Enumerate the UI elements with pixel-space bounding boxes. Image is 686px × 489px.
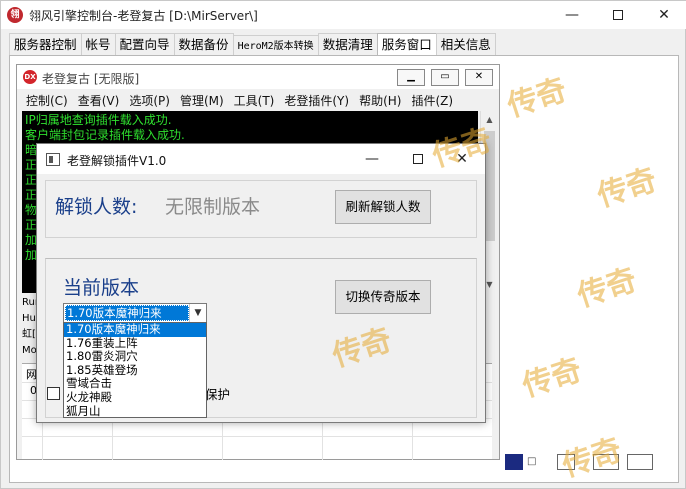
dialog-maximize-button[interactable]	[395, 144, 441, 174]
menu-control[interactable]: 控制(C)	[21, 91, 73, 111]
tab-data-backup[interactable]: 数据备份	[173, 33, 234, 55]
child-titlebar: DX 老登复古 [无限版] ▁ ▭ ✕	[17, 65, 499, 89]
dialog-title: 老登解锁插件V1.0	[67, 154, 167, 168]
tab-config-wizard[interactable]: 配置向导	[114, 33, 175, 55]
app-logo-icon: 翎	[7, 7, 23, 23]
restore-icon[interactable]	[557, 454, 575, 470]
version-option[interactable]: 1.85英雄登场	[64, 364, 206, 378]
protect-checkbox-label: 保护	[205, 387, 231, 402]
log-line: IP归属地查询插件载入成功.	[25, 113, 172, 127]
menu-manage[interactable]: 管理(M)	[175, 91, 229, 111]
tab-service-window[interactable]: 服务窗口	[376, 33, 437, 57]
version-option[interactable]: 狐月山	[64, 405, 206, 419]
log-line: 客户端封包记录插件载入成功.	[25, 128, 185, 142]
version-dropdown-list: 1.70版本魔神归来 1.76重装上阵 1.80雷炎洞穴 1.85英雄登场 雪域…	[63, 322, 207, 418]
tab-server-control[interactable]: 服务器控制	[9, 33, 82, 55]
current-version-label: 当前版本	[63, 277, 140, 299]
tab-herom2-convert[interactable]: HeroM2版本转换	[232, 35, 319, 57]
version-select-value: 1.70版本魔神归来	[65, 305, 189, 321]
dialog-titlebar: 老登解锁插件V1.0 — ✕	[37, 144, 485, 174]
child-window-title: 老登复古 [无限版]	[42, 72, 140, 86]
version-option[interactable]: 雪域合击	[64, 377, 206, 391]
window-icon	[46, 153, 60, 166]
unlock-plugin-dialog: 老登解锁插件V1.0 — ✕ 解锁人数: 无限制版本 刷新解锁人数 当前版本 切…	[36, 143, 486, 423]
tab-related-info[interactable]: 相关信息	[435, 33, 496, 55]
child-close-button[interactable]: ✕	[465, 69, 493, 86]
child-restore-button[interactable]: ▭	[431, 69, 459, 86]
main-titlebar: 翎 翎风引擎控制台-老登复古 [D:\MirServer\] — ✕	[1, 1, 686, 29]
tab-data-cleanup[interactable]: 数据清理	[317, 33, 378, 55]
menu-options[interactable]: 选项(P)	[124, 91, 175, 111]
maximize-small-icon[interactable]	[593, 454, 619, 470]
scroll-up-icon[interactable]: ▲	[481, 111, 498, 128]
grid-row	[22, 436, 492, 437]
mdi-minimized-bar: □	[503, 452, 681, 474]
dx-logo-icon: DX	[23, 70, 37, 84]
child-minimize-button[interactable]: ▁	[397, 69, 425, 86]
menu-plugins[interactable]: 插件(Z)	[406, 91, 458, 111]
dialog-close-button[interactable]: ✕	[439, 144, 485, 174]
menu-tools[interactable]: 工具(T)	[229, 91, 280, 111]
version-option[interactable]: 1.70版本魔神归来	[64, 323, 206, 337]
dialog-minimize-button[interactable]: —	[349, 144, 395, 174]
maximize-button[interactable]	[595, 1, 641, 29]
child-menu-bar: 控制(C) 查看(V) 选项(P) 管理(M) 工具(T) 老登插件(Y) 帮助(H) 插件(…	[21, 91, 458, 111]
minimize-button[interactable]: —	[549, 1, 595, 29]
app-shortcut-icon[interactable]	[505, 454, 523, 470]
protect-checkbox[interactable]	[47, 387, 60, 400]
refresh-unlock-count-button[interactable]: 刷新解锁人数	[335, 190, 431, 224]
menu-view[interactable]: 查看(V)	[73, 91, 125, 111]
close-button[interactable]: ✕	[641, 1, 686, 29]
main-window-title: 翎风引擎控制台-老登复古 [D:\MirServer\]	[29, 9, 258, 23]
version-option[interactable]: 1.76重装上阵	[64, 337, 206, 351]
unlock-count-value: 无限制版本	[165, 196, 261, 218]
main-tab-strip: 服务器控制 帐号 配置向导 数据备份 HeroM2版本转换 数据清理 服务窗口 相关信息	[9, 33, 496, 57]
chevron-down-icon[interactable]: ▼	[189, 304, 206, 322]
version-option[interactable]: 火龙神殿	[64, 391, 206, 405]
tab-account[interactable]: 帐号	[80, 33, 116, 55]
minimized-window-label-icon[interactable]: □	[527, 454, 553, 470]
maximize-icon	[413, 154, 423, 164]
version-select[interactable]: 1.70版本魔神归来 ▼	[63, 303, 207, 323]
unlock-count-label: 解锁人数:	[55, 196, 138, 218]
switch-version-button[interactable]: 切换传奇版本	[335, 280, 431, 314]
minimize-small-icon[interactable]	[627, 454, 653, 470]
version-option[interactable]: 1.80雷炎洞穴	[64, 350, 206, 364]
maximize-icon	[613, 10, 623, 20]
menu-laodeng-plugin[interactable]: 老登插件(Y)	[279, 91, 354, 111]
menu-help[interactable]: 帮助(H)	[354, 91, 406, 111]
